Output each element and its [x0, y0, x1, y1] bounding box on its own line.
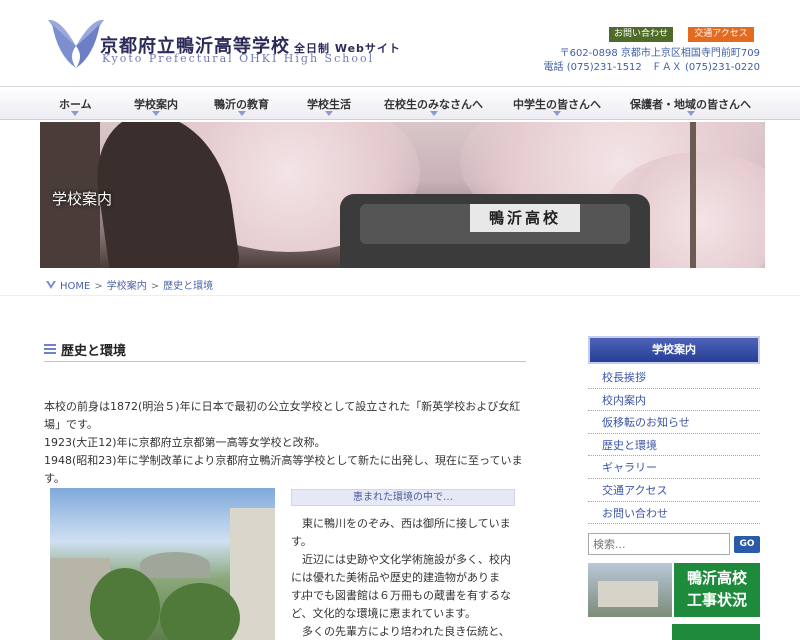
nav-item-label: 鴨沂の教育 — [214, 98, 269, 111]
page-title: 歴史と環境 — [44, 340, 526, 362]
utility-pole — [690, 122, 696, 268]
site-header: 京都府立鴨沂高等学校 全日制 Webサイト Kyoto Prefectural O… — [0, 0, 800, 86]
photo-tree — [160, 583, 240, 640]
search-input[interactable] — [588, 533, 730, 555]
sidebar-item-contact[interactable]: お問い合わせ — [588, 502, 760, 525]
nav-item-school-info[interactable]: 学校案内 — [134, 96, 178, 116]
breadcrumb-separator: > — [94, 281, 103, 292]
address-text: 〒602-0898 京都市上京区相国寺門前町709 — [559, 48, 760, 59]
nav-indicator-icon — [325, 111, 333, 116]
breadcrumb-home[interactable]: HOME — [60, 281, 90, 292]
photo-building — [598, 581, 658, 607]
sidebar-item-principal-greeting[interactable]: 校長挨拶 — [588, 366, 760, 389]
sidebar-item-access[interactable]: 交通アクセス — [588, 479, 760, 502]
nav-item-junior-high[interactable]: 中学生の皆さんへ — [513, 96, 601, 116]
sidebar-item-relocation-notice[interactable]: 仮移転のお知らせ — [588, 411, 760, 434]
history-paragraph: 1923(大正12)年に京都府立京都第一高等女学校と改称。 — [44, 436, 326, 449]
site-title-en: Kyoto Prefectural OHKI High School — [102, 52, 375, 65]
breadcrumb: HOME > 学校案内 > 歴史と環境 — [0, 268, 800, 296]
breadcrumb-separator: > — [150, 281, 160, 292]
home-icon — [46, 281, 56, 289]
nav-indicator-icon — [686, 111, 695, 116]
breadcrumb-trail: HOME > 学校案内 > 歴史と環境 — [46, 277, 213, 292]
nav-item-label: 中学生の皆さんへ — [513, 98, 601, 111]
hero-banner: 鴨沂高校 学校案内 — [40, 122, 765, 268]
environment-paragraph: 東に鴨川をのぞみ、西は御所に接しています。 — [291, 517, 511, 548]
secondary-banner[interactable] — [672, 624, 760, 640]
nav-item-label: 学校案内 — [134, 98, 178, 111]
bus-sign: 鴨沂高校 — [470, 204, 580, 232]
banner-line-1: 鴨沂高校 — [686, 569, 747, 587]
nav-item-education[interactable]: 鴨沂の教育 — [214, 96, 269, 116]
breadcrumb-school-info[interactable]: 学校案内 — [107, 281, 147, 292]
nav-item-label: ホーム — [59, 98, 92, 111]
history-paragraph: 1948(昭和23)年に学制改革により京都府立鴨沂高等学校として新たに出発し、現… — [44, 454, 523, 485]
construction-banner-text: 鴨沂高校 工事状況 — [674, 563, 760, 617]
nav-indicator-icon — [237, 111, 246, 116]
nav-item-label: 保護者・地域の皆さんへ — [630, 98, 751, 111]
nav-indicator-icon — [71, 111, 80, 116]
page-title-text: 歴史と環境 — [61, 344, 127, 359]
nav-item-school-life[interactable]: 学校生活 — [307, 96, 351, 116]
campus-photo — [50, 488, 275, 640]
environment-paragraph: 中でも図書館は６万冊もの蔵書を有するなど、文化的な環境に恵まれています。 — [291, 589, 511, 620]
nav-item-students[interactable]: 在校生のみなさんへ — [384, 96, 483, 116]
nav-item-label: 学校生活 — [307, 98, 351, 111]
breadcrumb-current: 歴史と環境 — [163, 281, 214, 292]
school-logo-icon[interactable] — [46, 16, 106, 72]
access-button[interactable]: 交通アクセス — [688, 27, 754, 42]
nav-item-label: 在校生のみなさんへ — [384, 98, 483, 111]
nav-indicator-icon — [152, 111, 160, 116]
sidebar-item-gallery[interactable]: ギャラリー — [588, 456, 760, 479]
photo-tree — [90, 568, 160, 640]
nav-indicator-icon — [429, 111, 438, 116]
sidebar-title: 学校案内 — [588, 336, 760, 364]
banner-line-2: 工事状況 — [686, 591, 747, 609]
main-nav: ホーム 学校案内 鴨沂の教育 学校生活 在校生のみなさんへ 中学生の皆さんへ 保… — [0, 86, 800, 120]
sidebar-item-campus-guide[interactable]: 校内案内 — [588, 389, 760, 412]
history-paragraph: 本校の前身は1872(明治５)年に日本で最初の公立女学校として設立された「新英学… — [44, 400, 521, 431]
search-button[interactable]: GO — [734, 536, 760, 553]
construction-photo — [588, 563, 672, 617]
sidebar-menu: 校長挨拶 校内案内 仮移転のお知らせ 歴史と環境 ギャラリー 交通アクセス お問… — [588, 366, 760, 525]
environment-heading: 恵まれた環境の中で… — [291, 489, 515, 506]
photo-building — [140, 552, 210, 578]
construction-banner[interactable]: 鴨沂高校 工事状況 — [588, 563, 760, 617]
phone-fax-text: 電話 (075)231-1512 ＦＡＸ (075)231-0220 — [543, 62, 760, 73]
bus-image: 鴨沂高校 — [340, 194, 650, 268]
nav-item-home[interactable]: ホーム — [59, 96, 92, 116]
hero-title: 学校案内 — [52, 190, 113, 208]
contact-button[interactable]: お問い合わせ — [609, 27, 673, 42]
nav-indicator-icon — [553, 111, 561, 116]
environment-paragraph: 多くの先輩方により培われた良き伝統と、そ — [301, 625, 510, 638]
heading-bars-icon — [44, 344, 56, 354]
nav-item-parents[interactable]: 保護者・地域の皆さんへ — [630, 96, 751, 116]
sidebar-item-history[interactable]: 歴史と環境 — [588, 434, 760, 457]
